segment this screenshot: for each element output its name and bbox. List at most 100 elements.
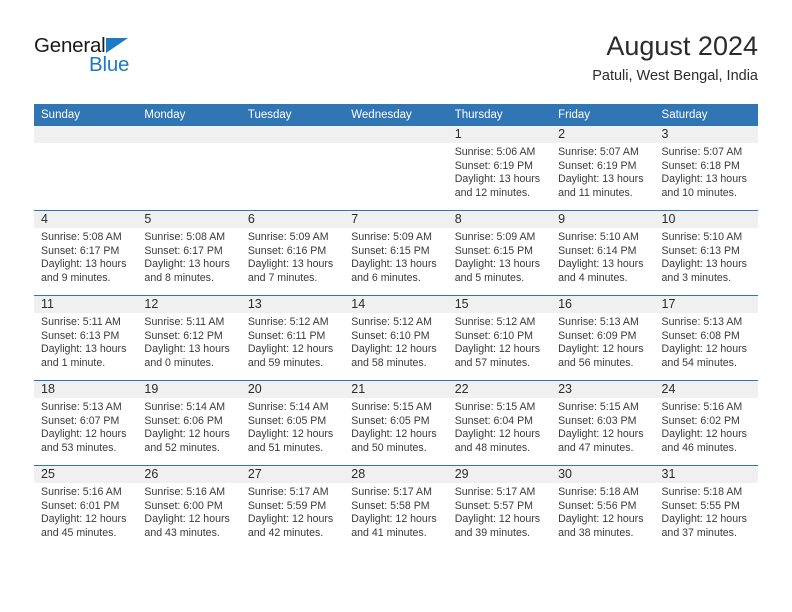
sunset-text: Sunset: 6:07 PM [41, 414, 120, 427]
calendar-day-cell[interactable]: 4 Sunrise: 5:08 AM Sunset: 6:17 PM Daylight… [34, 210, 138, 296]
calendar-day-cell[interactable]: 12 Sunrise: 5:11 AM Sunset: 6:12 PM Dayligh… [137, 295, 241, 381]
day-details: Sunrise: 5:12 AM Sunset: 6:10 PM Daylight:… [344, 313, 447, 370]
day-details: Sunrise: 5:15 AM Sunset: 6:05 PM Daylight:… [344, 398, 447, 455]
daylight-text-cont: and 38 minutes. [558, 526, 634, 539]
day-details: Sunrise: 5:16 AM Sunset: 6:00 PM Daylight:… [137, 483, 240, 540]
day-details: Sunrise: 5:18 AM Sunset: 5:56 PM Daylight:… [551, 483, 654, 540]
day-number: 26 [137, 466, 241, 483]
daylight-text: Daylight: 12 hours [351, 428, 437, 441]
calendar-day-cell[interactable]: 6 Sunrise: 5:09 AM Sunset: 6:16 PM Daylight… [240, 210, 345, 296]
calendar-day-cell[interactable]: 1 Sunrise: 5:06 AM Sunset: 6:19 PM Daylight… [447, 126, 552, 211]
weekday-header-saturday: Saturday [654, 104, 758, 126]
day-number: 21 [344, 381, 448, 398]
day-number [137, 126, 241, 143]
day-number: 7 [344, 211, 448, 228]
day-number: 31 [654, 466, 758, 483]
daylight-text: Daylight: 12 hours [558, 428, 644, 441]
daylight-text-cont: and 1 minute. [41, 356, 106, 369]
weekday-header-sunday: Sunday [34, 104, 138, 126]
day-details: Sunrise: 5:10 AM Sunset: 6:13 PM Daylight:… [655, 228, 758, 285]
calendar-day-cell[interactable]: 3 Sunrise: 5:07 AM Sunset: 6:18 PM Daylight… [654, 126, 758, 211]
calendar-day-cell[interactable]: 16 Sunrise: 5:13 AM Sunset: 6:09 PM Dayligh… [551, 295, 655, 381]
sunset-text: Sunset: 6:18 PM [661, 159, 740, 172]
calendar-day-cell[interactable]: 26 Sunrise: 5:16 AM Sunset: 6:00 PM Dayligh… [137, 465, 241, 550]
calendar-day-cell[interactable]: 9 Sunrise: 5:10 AM Sunset: 6:14 PM Daylight… [551, 210, 655, 296]
daylight-text: Daylight: 13 hours [144, 258, 230, 271]
day-number: 11 [34, 296, 138, 313]
day-details: Sunrise: 5:12 AM Sunset: 6:11 PM Daylight:… [241, 313, 344, 370]
sunset-text: Sunset: 5:56 PM [558, 499, 637, 512]
page-header: General Blue August 2024 Patuli, West Be… [34, 30, 758, 92]
day-details: Sunrise: 5:09 AM Sunset: 6:15 PM Daylight:… [344, 228, 447, 285]
daylight-text: Daylight: 12 hours [351, 343, 437, 356]
sunrise-text: Sunrise: 5:13 AM [41, 401, 122, 413]
calendar-day-cell[interactable]: 27 Sunrise: 5:17 AM Sunset: 5:59 PM Dayligh… [240, 465, 345, 550]
daylight-text: Daylight: 12 hours [144, 428, 230, 441]
sunrise-text: Sunrise: 5:11 AM [144, 316, 225, 328]
day-number: 19 [137, 381, 241, 398]
calendar-day-cell[interactable]: 13 Sunrise: 5:12 AM Sunset: 6:11 PM Dayligh… [240, 295, 345, 381]
sunset-text: Sunset: 6:14 PM [558, 244, 637, 257]
calendar-day-cell[interactable]: 30 Sunrise: 5:18 AM Sunset: 5:56 PM Dayligh… [551, 465, 655, 550]
daylight-text: Daylight: 12 hours [41, 513, 127, 526]
sunset-text: Sunset: 5:55 PM [661, 499, 740, 512]
calendar-day-cell[interactable]: 31 Sunrise: 5:18 AM Sunset: 5:55 PM Dayligh… [654, 465, 758, 550]
calendar-day-cell[interactable]: 11 Sunrise: 5:11 AM Sunset: 6:13 PM Dayligh… [34, 295, 138, 381]
day-number: 27 [240, 466, 345, 483]
sunrise-text: Sunrise: 5:16 AM [41, 486, 122, 498]
daylight-text-cont: and 56 minutes. [558, 356, 634, 369]
sunrise-text: Sunrise: 5:10 AM [661, 231, 743, 243]
sunset-text: Sunset: 6:09 PM [558, 329, 637, 342]
sunset-text: Sunset: 6:01 PM [41, 499, 120, 512]
daylight-text: Daylight: 13 hours [454, 258, 541, 271]
general-blue-logo[interactable]: General Blue [34, 34, 184, 82]
day-details: Sunrise: 5:13 AM Sunset: 6:09 PM Daylight:… [551, 313, 654, 370]
daylight-text: Daylight: 12 hours [661, 513, 747, 526]
daylight-text-cont: and 7 minutes. [247, 271, 318, 284]
sunset-text: Sunset: 5:58 PM [351, 499, 430, 512]
calendar-day-cell[interactable]: 14 Sunrise: 5:12 AM Sunset: 6:10 PM Dayligh… [344, 295, 448, 381]
sunrise-text: Sunrise: 5:12 AM [454, 316, 536, 328]
daylight-text: Daylight: 13 hours [144, 343, 230, 356]
calendar-day-cell[interactable]: 20 Sunrise: 5:14 AM Sunset: 6:05 PM Dayligh… [240, 380, 345, 466]
calendar-day-cell[interactable]: 7 Sunrise: 5:09 AM Sunset: 6:15 PM Daylight… [344, 210, 448, 296]
day-number: 15 [447, 296, 552, 313]
calendar-day-cell[interactable]: 22 Sunrise: 5:15 AM Sunset: 6:04 PM Dayligh… [447, 380, 552, 466]
calendar-day-cell[interactable]: 8 Sunrise: 5:09 AM Sunset: 6:15 PM Daylight… [447, 210, 552, 296]
sunrise-text: Sunrise: 5:10 AM [558, 231, 639, 243]
calendar-week-row: 1 Sunrise: 5:06 AM Sunset: 6:19 PM Daylight… [34, 126, 758, 211]
day-details: Sunrise: 5:16 AM Sunset: 6:02 PM Daylight:… [655, 398, 758, 455]
sunrise-text: Sunrise: 5:18 AM [558, 486, 639, 498]
sunrise-sunset-calendar: Sunday Monday Tuesday Wednesday Thursday Frid… [34, 104, 758, 550]
daylight-text: Daylight: 13 hours [41, 343, 127, 356]
calendar-day-cell[interactable]: 19 Sunrise: 5:14 AM Sunset: 6:06 PM Dayligh… [137, 380, 241, 466]
sunset-text: Sunset: 5:57 PM [454, 499, 534, 512]
day-number: 20 [240, 381, 345, 398]
day-number: 28 [344, 466, 448, 483]
calendar-day-cell[interactable]: 24 Sunrise: 5:16 AM Sunset: 6:02 PM Dayligh… [654, 380, 758, 466]
calendar-day-cell[interactable]: 25 Sunrise: 5:16 AM Sunset: 6:01 PM Dayligh… [34, 465, 138, 550]
sunset-text: Sunset: 6:17 PM [41, 244, 120, 257]
sunset-text: Sunset: 6:03 PM [558, 414, 637, 427]
day-number [240, 126, 345, 143]
calendar-day-cell[interactable]: 18 Sunrise: 5:13 AM Sunset: 6:07 PM Dayligh… [34, 380, 138, 466]
sunrise-text: Sunrise: 5:08 AM [144, 231, 226, 243]
daylight-text: Daylight: 12 hours [661, 343, 747, 356]
calendar-day-cell[interactable]: 23 Sunrise: 5:15 AM Sunset: 6:03 PM Dayligh… [551, 380, 655, 466]
daylight-text-cont: and 11 minutes. [558, 186, 633, 199]
daylight-text-cont: and 54 minutes. [661, 356, 737, 369]
daylight-text-cont: and 0 minutes. [144, 356, 214, 369]
calendar-day-cell[interactable]: 29 Sunrise: 5:17 AM Sunset: 5:57 PM Dayligh… [447, 465, 552, 550]
calendar-day-cell[interactable]: 28 Sunrise: 5:17 AM Sunset: 5:58 PM Dayligh… [344, 465, 448, 550]
calendar-day-cell[interactable]: 15 Sunrise: 5:12 AM Sunset: 6:10 PM Dayligh… [447, 295, 552, 381]
calendar-day-cell[interactable]: 21 Sunrise: 5:15 AM Sunset: 6:05 PM Dayligh… [344, 380, 448, 466]
calendar-day-cell[interactable]: 10 Sunrise: 5:10 AM Sunset: 6:13 PM Dayligh… [654, 210, 758, 296]
sunset-text: Sunset: 6:05 PM [351, 414, 430, 427]
sunrise-text: Sunrise: 5:11 AM [41, 316, 121, 328]
calendar-day-cell[interactable]: 17 Sunrise: 5:13 AM Sunset: 6:08 PM Dayligh… [654, 295, 758, 381]
day-details: Sunrise: 5:17 AM Sunset: 5:57 PM Daylight:… [448, 483, 551, 540]
page-title: August 2024 [606, 31, 758, 61]
calendar-day-cell[interactable]: 2 Sunrise: 5:07 AM Sunset: 6:19 PM Daylight… [551, 126, 655, 211]
daylight-text-cont: and 42 minutes. [247, 526, 324, 539]
calendar-day-cell[interactable]: 5 Sunrise: 5:08 AM Sunset: 6:17 PM Daylight… [137, 210, 241, 296]
